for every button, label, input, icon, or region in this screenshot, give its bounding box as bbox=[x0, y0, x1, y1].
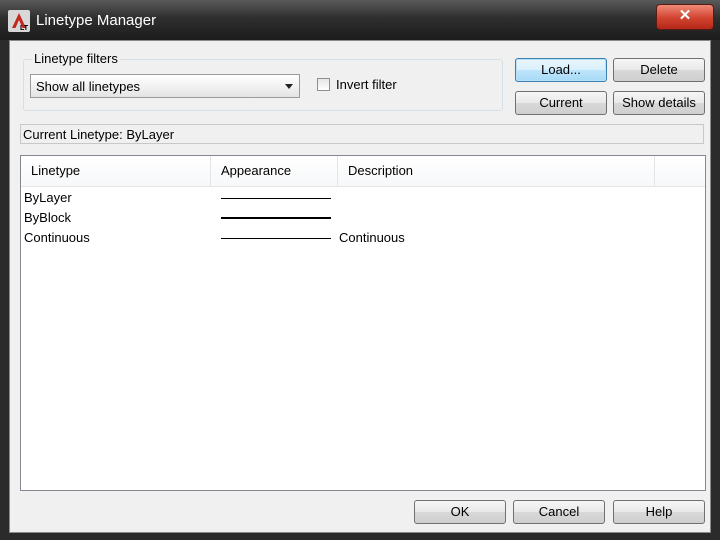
list-header: Linetype Appearance Description bbox=[21, 156, 705, 187]
close-icon: ✕ bbox=[678, 7, 692, 24]
linetype-row-byblock[interactable]: ByBlock bbox=[21, 208, 705, 228]
linetype-filters-label: Linetype filters bbox=[32, 51, 120, 66]
cancel-button[interactable]: Cancel bbox=[513, 500, 605, 524]
linetype-filters-group: Linetype filters Show all linetypes Inve… bbox=[23, 51, 503, 111]
linetype-row-bylayer[interactable]: ByLayer bbox=[21, 188, 705, 208]
linetype-filter-value: Show all linetypes bbox=[36, 79, 141, 94]
linetype-list[interactable]: Linetype Appearance Description ByLayer … bbox=[20, 155, 706, 491]
load-button[interactable]: Load... bbox=[515, 58, 607, 82]
column-header-linetype[interactable]: Linetype bbox=[21, 156, 211, 186]
linetype-appearance-thin bbox=[221, 198, 331, 199]
show-details-button[interactable]: Show details bbox=[613, 91, 705, 115]
linetype-row-continuous[interactable]: Continuous Continuous bbox=[21, 228, 705, 248]
column-header-description[interactable]: Description bbox=[338, 156, 655, 186]
current-linetype-label: Current Linetype: ByLayer bbox=[23, 127, 175, 142]
linetype-name: ByBlock bbox=[24, 210, 71, 225]
current-linetype-bar: Current Linetype: ByLayer bbox=[20, 124, 704, 144]
linetype-filter-dropdown[interactable]: Show all linetypes bbox=[30, 74, 300, 98]
window-title: Linetype Manager bbox=[36, 12, 157, 29]
column-header-appearance[interactable]: Appearance bbox=[211, 156, 338, 186]
linetype-name: ByLayer bbox=[24, 190, 72, 205]
linetype-appearance-bold bbox=[221, 217, 331, 219]
close-button[interactable]: ✕ bbox=[656, 4, 714, 30]
ok-button[interactable]: OK bbox=[414, 500, 506, 524]
svg-text:LT: LT bbox=[20, 25, 29, 32]
current-button[interactable]: Current bbox=[515, 91, 607, 115]
linetype-appearance-thin bbox=[221, 238, 331, 239]
autocad-app-icon: LT bbox=[8, 10, 30, 32]
dialog-body: Linetype filters Show all linetypes Inve… bbox=[9, 40, 711, 533]
linetype-manager-window: LT Linetype Manager ✕ Linetype filters S… bbox=[0, 0, 720, 540]
title-bar[interactable]: LT Linetype Manager ✕ bbox=[0, 0, 720, 40]
invert-filter-checkbox[interactable] bbox=[317, 78, 330, 91]
help-button[interactable]: Help bbox=[613, 500, 705, 524]
delete-button[interactable]: Delete bbox=[613, 58, 705, 82]
linetype-name: Continuous bbox=[24, 230, 90, 245]
linetype-description: Continuous bbox=[339, 230, 405, 245]
chevron-down-icon bbox=[285, 84, 293, 89]
invert-filter-label[interactable]: Invert filter bbox=[336, 77, 397, 92]
